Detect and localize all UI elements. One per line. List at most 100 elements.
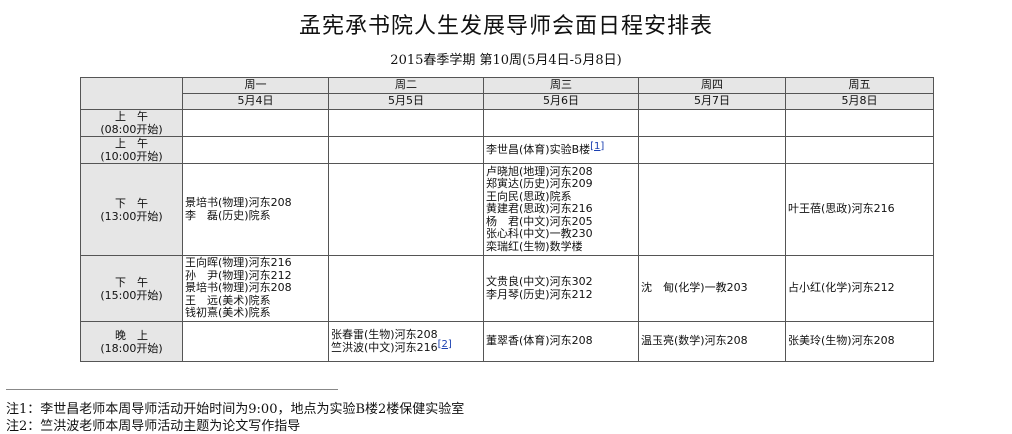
day-header: 周二 — [328, 77, 484, 94]
mentor-entry-text: 温玉亮(数学)河东208 — [641, 334, 748, 348]
schedule-cell — [483, 109, 639, 137]
slot-label-cell: 下 午 (15:00开始) — [80, 255, 183, 322]
slot-time: (10:00开始) — [100, 150, 163, 163]
mentor-entry-text: 沈 甸(化学)一教203 — [641, 281, 748, 295]
day-header: 周一 — [182, 77, 329, 94]
mentor-entry-text: 李 磊(历史)院系 — [185, 208, 271, 222]
slot-row: 晚 上 (18:00开始) 张春雷(生物)河东208 竺洪波(中文)河东216[2] 董… — [80, 321, 934, 362]
schedule-cell: 占小红(化学)河东212 — [785, 255, 934, 322]
mentor-entry-text: 李月琴(历史)河东212 — [486, 287, 593, 301]
schedule-cell: 李世昌(体育)实验B楼[1] — [483, 136, 639, 164]
schedule-body: 上 午 (08:00开始) 上 午 (10:00开始) 李世昌(体育)实验B楼[1] 下 … — [80, 109, 934, 362]
date-header: 5月6日 — [483, 93, 639, 110]
mentor-entry: 李月琴(历史)河东212 — [486, 287, 636, 302]
mentor-entry: 温玉亮(数学)河东208 — [641, 335, 783, 348]
slot-row: 上 午 (10:00开始) 李世昌(体育)实验B楼[1] — [80, 136, 934, 164]
mentor-entry-text: 王向民(思政)院系 — [486, 189, 572, 203]
slot-label-cell: 上 午 (10:00开始) — [80, 136, 183, 164]
mentor-entry-text: 文贵良(中文)河东302 — [486, 275, 593, 288]
mentor-entry-text: 钱初熹(美术)院系 — [185, 306, 271, 320]
day-header: 周五 — [785, 77, 934, 94]
page-title: 孟宪承书院人生发展导师会面日程安排表 — [298, 14, 713, 39]
schedule-cell — [785, 136, 934, 164]
slot-time: (15:00开始) — [100, 288, 163, 302]
schedule-cell — [328, 109, 484, 137]
header-row-dates: 5月4日 5月5日 5月6日 5月7日 5月8日 — [81, 93, 934, 110]
schedule-cell: 沈 甸(化学)一教203 — [638, 255, 786, 322]
mentor-entry-text: 景培书(物理)河东208 — [185, 281, 292, 295]
header-row-days: 周一 周二 周三 周四 周五 — [80, 77, 934, 110]
mentor-entry-text: 张心科(中文)一教230 — [486, 227, 593, 241]
mentor-entry: 叶王蓓(思政)河东216 — [788, 203, 931, 216]
slot-label: 上 午 — [115, 110, 148, 123]
slot-row: 下 午 (15:00开始) 王向晖(物理)河东216 孙 尹(物理)河东212 景培书(… — [80, 255, 934, 322]
mentor-entry: 李世昌(体育)实验B楼[1] — [486, 141, 636, 157]
page-subtitle: 2015春季学期 第10周(5月4日-5月8日) — [390, 53, 622, 68]
mentor-entry-text: 郑寅达(历史)河东209 — [486, 177, 593, 191]
mentor-entry-text: 王向晖(物理)河东216 — [185, 256, 292, 270]
notes-divider — [6, 389, 338, 390]
footnote-2: 注2：竺洪波老师本周导师活动主题为论文写作指导 — [6, 419, 301, 434]
schedule-cell: 景培书(物理)河东208 李 磊(历史)院系 — [182, 163, 329, 256]
slot-row: 上 午 (08:00开始) — [80, 109, 934, 137]
footnote-link[interactable]: [2] — [438, 339, 452, 350]
mentor-entry-text: 占小红(化学)河东212 — [788, 281, 895, 295]
date-header: 5月5日 — [328, 93, 484, 110]
day-header: 周四 — [638, 77, 786, 94]
slot-label: 下 午 — [115, 275, 148, 289]
mentor-entry-text: 李世昌(体育)实验B楼 — [486, 142, 591, 156]
schedule-cell: 温玉亮(数学)河东208 — [638, 321, 786, 362]
slot-time: (13:00开始) — [100, 209, 163, 223]
mentor-entry-text: 张美玲(生物)河东208 — [788, 334, 895, 348]
mentor-entry: 沈 甸(化学)一教203 — [641, 282, 783, 295]
date-header: 5月4日 — [182, 93, 329, 110]
mentor-entry-text: 竺洪波(中文)河东216 — [331, 340, 438, 354]
mentor-entry-text: 王 远(美术)院系 — [185, 293, 271, 307]
schedule-cell — [328, 163, 484, 256]
schedule-cell — [638, 163, 786, 256]
mentor-entry: 李 磊(历史)院系 — [185, 208, 326, 223]
corner-cell — [80, 77, 183, 110]
schedule-cell: 张春雷(生物)河东208 竺洪波(中文)河东216[2] — [328, 321, 484, 362]
schedule-table: 周一 周二 周三 周四 周五 5月4日 5月5日 5月6日 5月7日 5月8日 … — [80, 77, 934, 362]
schedule-cell — [638, 109, 786, 137]
mentor-entry-text: 孙 尹(物理)河东212 — [185, 268, 292, 282]
schedule-cell: 董翠香(体育)河东208 — [483, 321, 639, 362]
mentor-entry: 张美玲(生物)河东208 — [788, 335, 931, 348]
schedule-cell: 王向晖(物理)河东216 孙 尹(物理)河东212 景培书(物理)河东208 王 远(… — [182, 255, 329, 322]
schedule-cell — [638, 136, 786, 164]
schedule-cell — [182, 321, 329, 362]
date-header: 5月7日 — [638, 93, 786, 110]
mentor-entry-text: 栾瑞红(生物)数学楼 — [486, 239, 583, 253]
slot-label: 晚 上 — [115, 328, 148, 342]
mentor-entry-text: 景培书(物理)河东208 — [185, 196, 292, 209]
schedule-cell — [182, 109, 329, 137]
slot-label-cell: 上 午 (08:00开始) — [80, 109, 183, 137]
schedule-cell: 卢晓旭(地理)河东208 郑寅达(历史)河东209 王向民(思政)院系 黄建君(思政)… — [483, 163, 639, 256]
slot-label-cell: 晚 上 (18:00开始) — [80, 321, 183, 362]
schedule-cell: 张美玲(生物)河东208 — [785, 321, 934, 362]
mentor-entry: 钱初熹(美术)院系 — [185, 307, 326, 320]
mentor-entry: 占小红(化学)河东212 — [788, 282, 931, 295]
date-header: 5月8日 — [785, 93, 934, 110]
schedule-cell — [328, 136, 484, 164]
mentor-entry: 竺洪波(中文)河东216[2] — [331, 339, 481, 355]
slot-label-cell: 下 午 (13:00开始) — [80, 163, 183, 256]
footnote-link[interactable]: [1] — [590, 141, 604, 152]
schedule-cell — [785, 109, 934, 137]
slot-row: 下 午 (13:00开始) 景培书(物理)河东208 李 磊(历史)院系 卢晓旭(地理)… — [80, 163, 934, 256]
slot-label: 下 午 — [115, 196, 148, 210]
mentor-entry-text: 叶王蓓(思政)河东216 — [788, 202, 895, 216]
slot-time: (18:00开始) — [100, 341, 163, 355]
mentor-entry-text: 张春雷(生物)河东208 — [331, 328, 438, 341]
mentor-entry: 董翠香(体育)河东208 — [486, 335, 636, 348]
mentor-entry-text: 杨 君(中文)河东205 — [486, 214, 593, 228]
day-header: 周三 — [483, 77, 639, 94]
schedule-cell — [182, 136, 329, 164]
mentor-entry-text: 卢晓旭(地理)河东208 — [486, 164, 593, 178]
mentor-entry-text: 董翠香(体育)河东208 — [486, 334, 593, 348]
schedule-cell: 叶王蓓(思政)河东216 — [785, 163, 934, 256]
schedule-cell: 文贵良(中文)河东302 李月琴(历史)河东212 — [483, 255, 639, 322]
mentor-entry: 栾瑞红(生物)数学楼 — [486, 239, 636, 254]
slot-label: 上 午 — [115, 137, 148, 150]
